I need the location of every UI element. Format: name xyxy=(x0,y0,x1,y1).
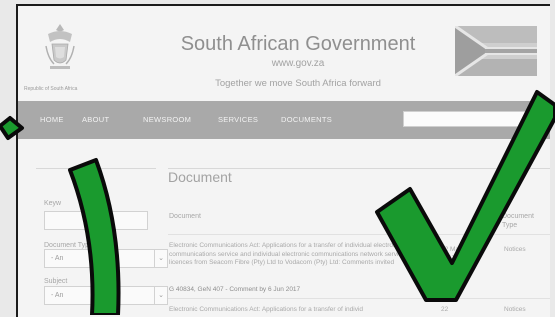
search-input[interactable] xyxy=(404,115,530,132)
document-type-select[interactable]: - An ⌄ xyxy=(44,249,168,268)
site-header: Republic of South Africa South African G… xyxy=(18,6,550,101)
subject-select[interactable]: - An ⌄ xyxy=(44,286,168,305)
chevron-down-icon: ⌄ xyxy=(154,250,167,267)
document-reference: G 40834, GeN 407 - Comment by 6 Jun 2017 xyxy=(169,286,301,293)
document-date: 22 xyxy=(441,306,449,313)
site-url[interactable]: www.gov.za xyxy=(178,58,418,69)
document-date: 22 May 2017 xyxy=(441,246,463,262)
sidebar-divider xyxy=(36,168,156,169)
page-title: Document xyxy=(168,169,232,185)
main-navigation: HOME ABOUT NEWSROOM SERVICES DOCUMENTS xyxy=(18,101,550,139)
chevron-down-icon: ⌄ xyxy=(154,287,167,304)
column-header-document-type[interactable]: Document Type xyxy=(502,212,546,230)
document-type: Notices xyxy=(504,246,526,253)
search-icon[interactable] xyxy=(531,114,541,124)
keyword-label: Keyw xyxy=(44,200,62,207)
site-tagline: Together we move South Africa forward xyxy=(215,78,381,89)
document-type-label: Document Type xyxy=(44,242,93,249)
keyword-input[interactable] xyxy=(44,211,148,230)
document-title-link[interactable]: Electronic Communications Act: Applicati… xyxy=(169,306,429,315)
document-type-value: - An xyxy=(51,255,64,262)
subject-value: - An xyxy=(51,292,64,299)
table-row-divider xyxy=(168,298,550,299)
coat-of-arms-logo[interactable] xyxy=(42,22,78,72)
subject-label: Subject xyxy=(44,278,68,285)
nav-item-newsroom[interactable]: NEWSROOM xyxy=(143,115,191,124)
search-box xyxy=(403,111,546,132)
nav-item-services[interactable]: SERVICES xyxy=(218,115,258,124)
document-title-link[interactable]: Electronic Communications Act: Applicati… xyxy=(169,242,429,268)
coat-of-arms-caption: Republic of South Africa xyxy=(24,86,78,92)
nav-item-home[interactable]: HOME xyxy=(40,115,64,124)
table-header-divider xyxy=(168,234,550,235)
nav-item-about[interactable]: ABOUT xyxy=(82,115,109,124)
browser-viewport: Republic of South Africa South African G… xyxy=(16,4,550,317)
column-header-document[interactable]: Document xyxy=(169,212,201,221)
document-type: Notices xyxy=(504,306,526,313)
site-title[interactable]: South African Government xyxy=(178,33,418,56)
national-flag-graphic xyxy=(455,26,537,76)
nav-item-documents[interactable]: DOCUMENTS xyxy=(281,115,332,124)
